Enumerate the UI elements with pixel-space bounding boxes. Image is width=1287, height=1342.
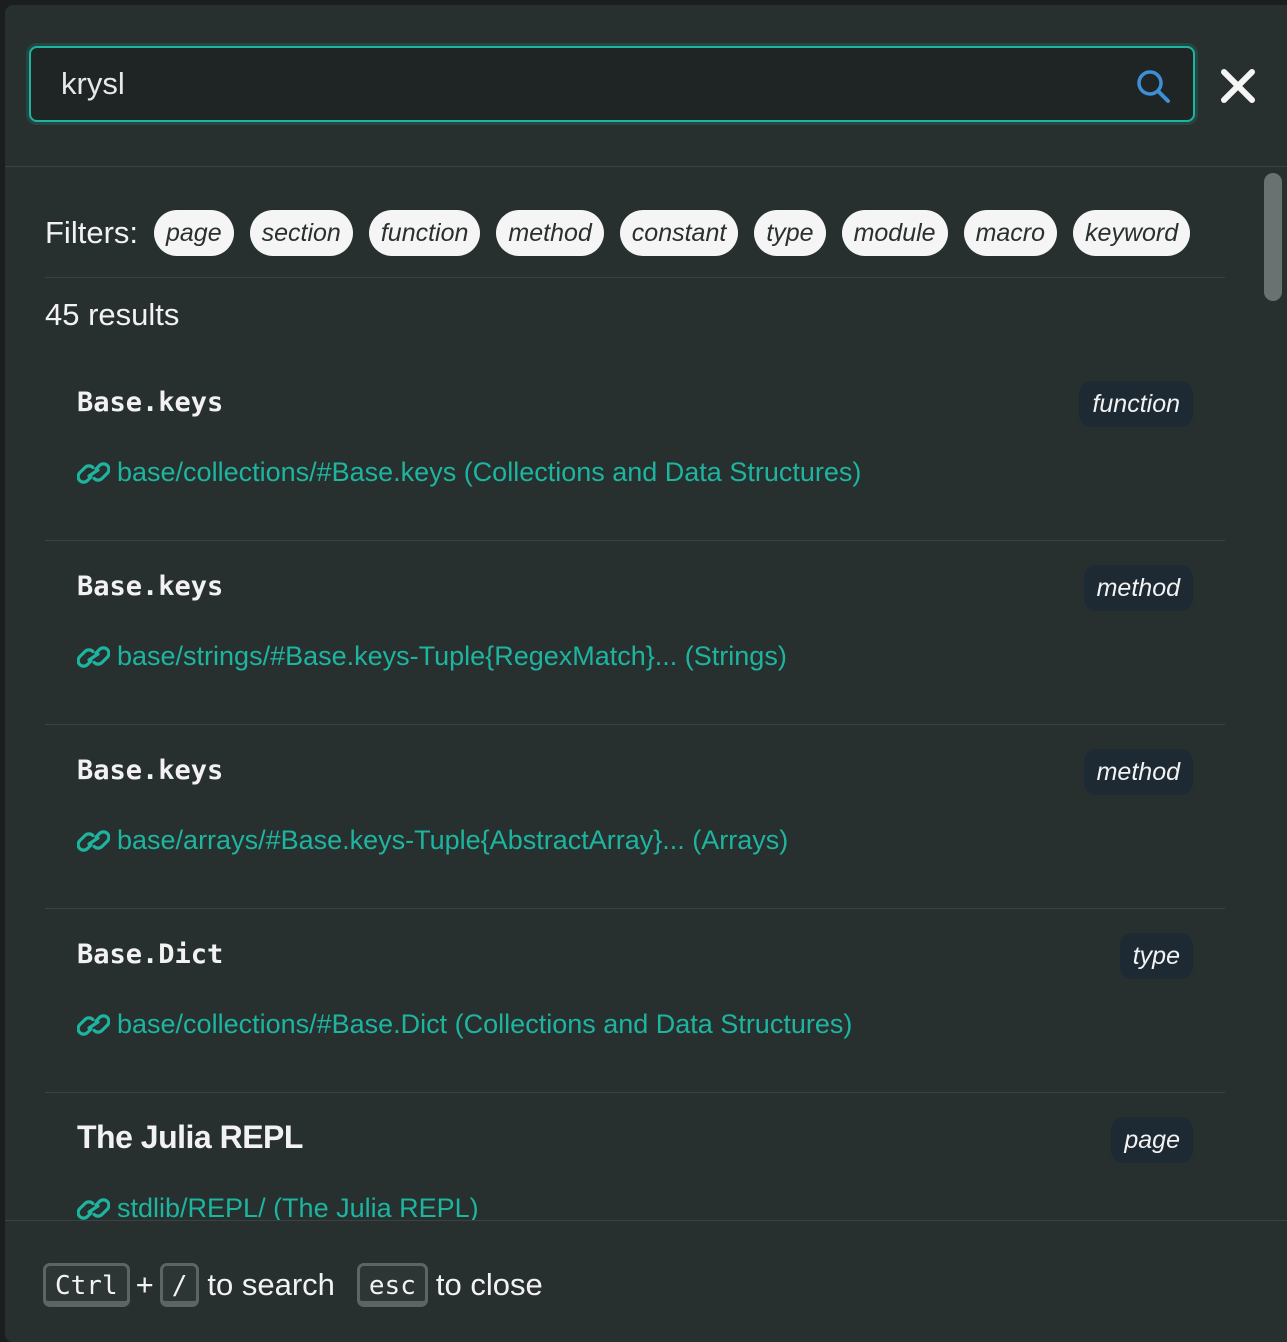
search-results-body: Filters: page section function method co… bbox=[5, 167, 1287, 1220]
result-category-badge: method bbox=[1083, 565, 1193, 611]
search-box[interactable] bbox=[29, 46, 1195, 122]
result-link[interactable]: base/arrays/#Base.keys-Tuple{AbstractArr… bbox=[77, 825, 788, 856]
result-link[interactable]: base/collections/#Base.Dict (Collections… bbox=[77, 1009, 852, 1040]
result-category-badge: method bbox=[1083, 749, 1193, 795]
result-link-text[interactable]: base/arrays/#Base.keys-Tuple{AbstractArr… bbox=[117, 825, 788, 856]
result-count: 45 results bbox=[45, 297, 180, 332]
result-link-text[interactable]: stdlib/REPL/ (The Julia REPL) bbox=[117, 1193, 479, 1220]
result-item[interactable]: Base.keys method base/arrays/#Base.keys-… bbox=[45, 725, 1225, 909]
link-icon bbox=[77, 1197, 110, 1220]
filter-chip-page[interactable]: page bbox=[154, 210, 234, 256]
result-category-badge: type bbox=[1119, 933, 1193, 979]
result-title[interactable]: The Julia REPL bbox=[77, 1119, 303, 1156]
search-header bbox=[5, 5, 1287, 167]
filters-divider bbox=[45, 277, 1225, 278]
search-modal: Filters: page section function method co… bbox=[5, 5, 1287, 1342]
result-category-badge: function bbox=[1079, 381, 1193, 427]
filter-chip-type[interactable]: type bbox=[754, 210, 826, 256]
link-icon bbox=[77, 1013, 110, 1036]
result-link-text[interactable]: base/collections/#Base.Dict (Collections… bbox=[117, 1009, 852, 1040]
search-hint-text: to search bbox=[207, 1267, 335, 1302]
filter-chip-constant[interactable]: constant bbox=[619, 210, 739, 256]
kbd-ctrl: Ctrl bbox=[43, 1263, 130, 1307]
result-item[interactable]: Base.keys function base/collections/#Bas… bbox=[45, 357, 1225, 541]
filters-label: Filters: bbox=[45, 215, 138, 250]
result-link[interactable]: stdlib/REPL/ (The Julia REPL) bbox=[77, 1193, 479, 1220]
link-icon bbox=[77, 461, 110, 484]
result-title[interactable]: Base.keys bbox=[77, 387, 223, 418]
result-link-text[interactable]: base/collections/#Base.keys (Collections… bbox=[117, 457, 861, 488]
link-icon bbox=[77, 829, 110, 852]
result-link-text[interactable]: base/strings/#Base.keys-Tuple{RegexMatch… bbox=[117, 641, 787, 672]
filter-chip-macro[interactable]: macro bbox=[963, 210, 1058, 256]
close-icon[interactable] bbox=[1219, 67, 1257, 105]
filter-chip-section[interactable]: section bbox=[249, 210, 353, 256]
search-input[interactable] bbox=[61, 62, 1121, 106]
kbd-slash: / bbox=[159, 1263, 200, 1307]
filter-bar: Filters: page section function method co… bbox=[45, 209, 1206, 257]
result-item[interactable]: Base.keys method base/strings/#Base.keys… bbox=[45, 541, 1225, 725]
link-icon bbox=[77, 645, 110, 668]
result-category-badge: page bbox=[1111, 1117, 1193, 1163]
keyboard-hints-footer: Ctrl + / to search esc to close bbox=[5, 1220, 1287, 1342]
result-title[interactable]: Base.keys bbox=[77, 571, 223, 602]
filter-chip-keyword[interactable]: keyword bbox=[1073, 210, 1191, 256]
search-icon[interactable] bbox=[1135, 68, 1171, 104]
scrollbar-thumb[interactable] bbox=[1264, 173, 1282, 301]
result-link[interactable]: base/strings/#Base.keys-Tuple{RegexMatch… bbox=[77, 641, 787, 672]
keyboard-hints: Ctrl + / to search esc to close bbox=[43, 1263, 543, 1307]
result-title[interactable]: Base.Dict bbox=[77, 939, 223, 970]
result-item[interactable]: Base.Dict type base/collections/#Base.Di… bbox=[45, 909, 1225, 1093]
filter-chip-method[interactable]: method bbox=[496, 210, 604, 256]
results-list: Base.keys function base/collections/#Bas… bbox=[45, 357, 1225, 1220]
filter-chip-function[interactable]: function bbox=[368, 210, 481, 256]
result-item[interactable]: The Julia REPL page stdlib/REPL/ (The Ju… bbox=[45, 1093, 1225, 1220]
kbd-plus: + bbox=[135, 1267, 154, 1302]
filter-chip-module[interactable]: module bbox=[841, 210, 948, 256]
result-link[interactable]: base/collections/#Base.keys (Collections… bbox=[77, 457, 861, 488]
result-title[interactable]: Base.keys bbox=[77, 755, 223, 786]
kbd-esc: esc bbox=[356, 1263, 428, 1307]
close-hint-text: to close bbox=[435, 1267, 543, 1302]
